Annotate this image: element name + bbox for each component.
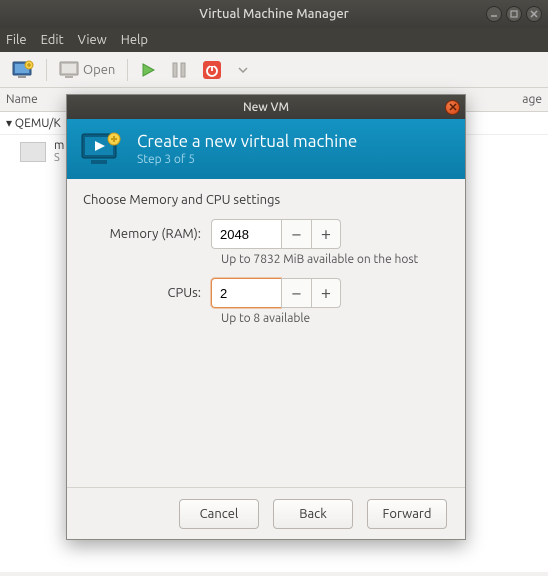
cpus-label: CPUs: (83, 286, 211, 300)
cpus-spinbox: − + (211, 278, 341, 308)
vm-row-text: m S (54, 139, 64, 164)
header-step: Step 3 of 5 (137, 153, 357, 166)
cpus-input[interactable] (211, 278, 281, 308)
new-vm-dialog: New VM Create a new virtual machine Step… (66, 94, 466, 540)
memory-hint: Up to 7832 MiB available on the host (221, 253, 449, 266)
separator (127, 59, 128, 81)
separator (46, 59, 47, 81)
vm-name: m (54, 139, 64, 152)
run-button[interactable] (136, 56, 160, 84)
vm-thumbnail-icon (20, 142, 46, 162)
cpus-decrement-button[interactable]: − (281, 278, 311, 308)
shutdown-button[interactable] (198, 56, 226, 84)
menubar: File Edit View Help (0, 28, 548, 52)
menu-help[interactable]: Help (121, 33, 148, 47)
open-button[interactable]: Open (55, 56, 119, 84)
new-vm-button[interactable] (8, 56, 38, 84)
shutdown-menu-button[interactable] (234, 56, 252, 84)
menu-edit[interactable]: Edit (41, 33, 64, 47)
cpus-row: CPUs: − + (83, 278, 449, 308)
close-icon (449, 103, 457, 111)
back-button[interactable]: Back (273, 499, 353, 529)
body-heading: Choose Memory and CPU settings (83, 193, 449, 207)
pause-button[interactable] (168, 56, 190, 84)
monitor-icon (59, 61, 79, 79)
play-icon (140, 62, 156, 78)
menu-view[interactable]: View (78, 33, 107, 47)
col-usage[interactable]: age (462, 93, 542, 106)
header-title: Create a new virtual machine (137, 132, 357, 151)
cpus-hint: Up to 8 available (221, 312, 449, 325)
header-text: Create a new virtual machine Step 3 of 5 (137, 132, 357, 166)
memory-label: Memory (RAM): (83, 227, 211, 241)
close-button[interactable] (526, 6, 542, 22)
maximize-button[interactable] (506, 6, 522, 22)
forward-button[interactable]: Forward (367, 499, 447, 529)
memory-row: Memory (RAM): − + (83, 219, 449, 249)
open-label: Open (83, 63, 115, 77)
toolbar: Open (0, 52, 548, 88)
chevron-down-icon (238, 67, 248, 73)
monitor-new-icon (12, 60, 34, 80)
dialog-footer: Cancel Back Forward (67, 487, 465, 539)
memory-increment-button[interactable]: + (311, 219, 341, 249)
window-controls (486, 6, 542, 22)
dialog-body: Choose Memory and CPU settings Memory (R… (67, 179, 465, 487)
cancel-button[interactable]: Cancel (179, 499, 259, 529)
memory-decrement-button[interactable]: − (281, 219, 311, 249)
pause-icon (172, 62, 186, 78)
vm-state: S (54, 152, 64, 164)
memory-input[interactable] (211, 219, 281, 249)
main-title: Virtual Machine Manager (199, 7, 349, 21)
memory-spinbox: − + (211, 219, 341, 249)
dialog-title: New VM (243, 101, 289, 114)
minimize-button[interactable] (486, 6, 502, 22)
dialog-titlebar[interactable]: New VM (67, 95, 465, 119)
cpus-increment-button[interactable]: + (311, 278, 341, 308)
main-titlebar: Virtual Machine Manager (0, 0, 548, 28)
menu-file[interactable]: File (6, 33, 27, 47)
dialog-header: Create a new virtual machine Step 3 of 5 (67, 119, 465, 179)
dialog-close-button[interactable] (445, 100, 460, 115)
wizard-icon (81, 131, 123, 167)
power-icon (202, 60, 222, 80)
